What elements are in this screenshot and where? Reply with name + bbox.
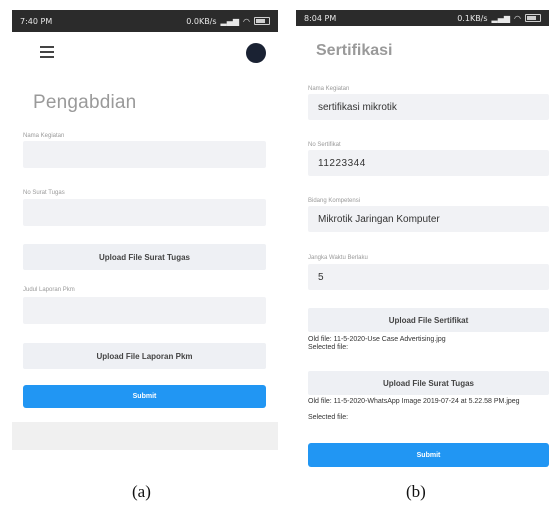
page-title: Sertifikasi (316, 42, 393, 59)
wifi-icon: ◠ (514, 13, 521, 23)
selected-file-sertifikat: Selected file: (308, 344, 349, 351)
avatar[interactable] (246, 43, 266, 63)
bidang-kompetensi-input[interactable]: Mikrotik Jaringan Komputer (308, 206, 549, 232)
nama-kegiatan-label: Nama Kegiatan (308, 86, 350, 92)
page-title: Pengabdian (33, 92, 137, 113)
no-surat-tugas-label: No Surat Tugas (23, 190, 65, 196)
no-surat-tugas-input[interactable] (23, 199, 266, 226)
nama-kegiatan-label: Nama Kegiatan (23, 133, 65, 139)
phone-screen-pengabdian: 7:40 PM 0.0KB/s ▂▄▆ ◠ Pengabdian Nama Ke… (12, 10, 278, 450)
nama-kegiatan-input[interactable] (23, 141, 266, 168)
submit-button[interactable]: Submit (308, 443, 549, 467)
jangka-waktu-input[interactable]: 5 (308, 264, 549, 290)
submit-button[interactable]: Submit (23, 385, 266, 408)
selected-file-surat-tugas: Selected file: (308, 414, 349, 421)
bidang-kompetensi-label: Bidang Kompetensi (308, 198, 361, 204)
battery-icon (254, 17, 270, 25)
no-sertifikat-label: No Sertifikat (308, 142, 341, 148)
network-speed: 0.0KB/s (186, 16, 217, 26)
judul-laporan-input[interactable] (23, 297, 266, 324)
caption-b: (b) (406, 482, 426, 501)
bottom-area (12, 422, 278, 450)
nama-kegiatan-input[interactable]: sertifikasi mikrotik (308, 94, 549, 120)
hamburger-menu-icon[interactable] (40, 46, 54, 60)
battery-icon (525, 14, 541, 22)
signal-icon: ▂▄▆ (491, 13, 511, 23)
status-bar: 7:40 PM 0.0KB/s ▂▄▆ ◠ (12, 10, 278, 32)
upload-laporan-pkm-button[interactable]: Upload File Laporan Pkm (23, 343, 266, 369)
jangka-waktu-label: Jangka Waktu Berlaku (308, 255, 368, 261)
status-time: 8:04 PM (304, 13, 337, 23)
no-sertifikat-input[interactable]: 11223344 (308, 150, 549, 176)
judul-laporan-label: Judul Laporan Pkm (23, 287, 75, 293)
wifi-icon: ◠ (243, 16, 250, 26)
signal-icon: ▂▄▆ (220, 16, 240, 26)
status-bar: 8:04 PM 0.1KB/s ▂▄▆ ◠ (296, 10, 549, 26)
upload-surat-tugas-button[interactable]: Upload File Surat Tugas (308, 371, 549, 395)
caption-a: (a) (132, 482, 151, 501)
old-file-surat-tugas: Old file: 11-5-2020-WhatsApp Image 2019-… (308, 398, 520, 405)
upload-surat-tugas-button[interactable]: Upload File Surat Tugas (23, 244, 266, 270)
app-bar (12, 32, 278, 80)
old-file-sertifikat: Old file: 11-5-2020-Use Case Advertising… (308, 336, 446, 343)
status-time: 7:40 PM (20, 16, 53, 26)
phone-screen-sertifikasi: 8:04 PM 0.1KB/s ▂▄▆ ◠ Sertifikasi Nama K… (296, 10, 549, 472)
upload-sertifikat-button[interactable]: Upload File Sertifikat (308, 308, 549, 332)
network-speed: 0.1KB/s (457, 13, 488, 23)
